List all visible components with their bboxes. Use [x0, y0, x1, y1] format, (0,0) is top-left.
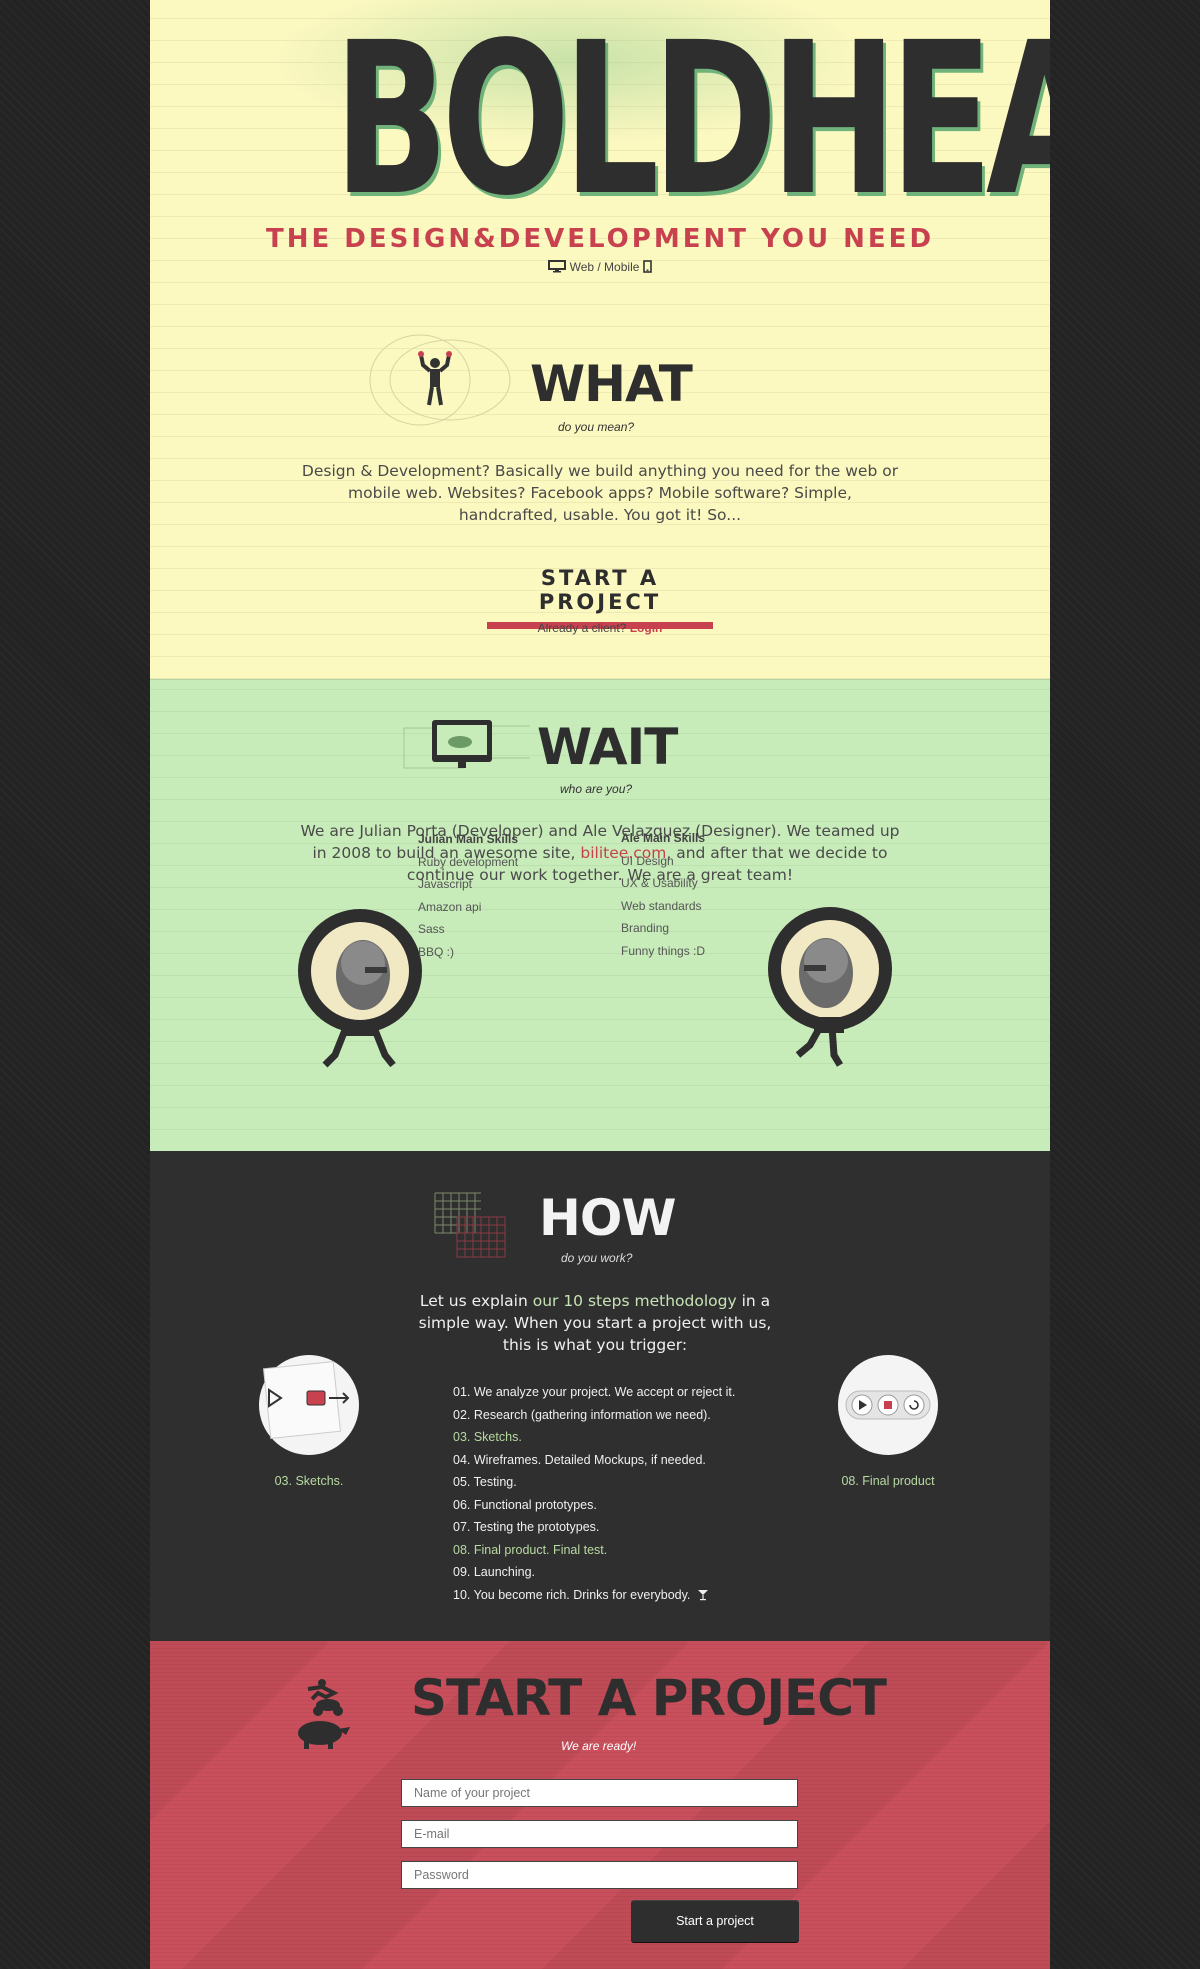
- step-item: 09. Launching.: [453, 1565, 536, 1579]
- ale-skill-item: UI Design: [621, 853, 674, 868]
- julian-skill-item: Amazon api: [418, 899, 482, 914]
- step-item: 08. Final product. Final test.: [453, 1542, 608, 1557]
- grid-icon: [434, 1192, 506, 1258]
- how-intro: Let us explain our 10 steps methodology …: [410, 1290, 780, 1356]
- client-prompt: Already a client?: [537, 621, 627, 635]
- how-heading: HOW: [539, 1189, 677, 1247]
- final-product-thumbnail[interactable]: [838, 1355, 938, 1455]
- step-item: 05. Testing.: [453, 1475, 517, 1489]
- platforms-text: Web / Mobile: [569, 260, 640, 275]
- ale-skills-list: Ale Main Skills UI Design UX & Usability…: [621, 827, 705, 962]
- step-item: 04. Wireframes. Detailed Mockups, if nee…: [453, 1452, 706, 1467]
- julian-skills-list: Julian Main Skills Ruby development Java…: [418, 828, 518, 963]
- what-section: BOLDHEADS THE DESIGN&DEVELOPMENT YOU NEE…: [150, 0, 1050, 679]
- login-link[interactable]: Login: [630, 621, 663, 635]
- ale-skill-item: Funny things :D: [621, 943, 706, 958]
- julian-skill-item: Sass: [418, 922, 445, 936]
- ale-skill-item: Branding: [621, 921, 670, 935]
- what-body: Design & Development? Basically we build…: [301, 462, 899, 524]
- sketch-thumbnail[interactable]: [259, 1355, 359, 1455]
- wait-heading: WAIT: [537, 718, 678, 776]
- page: BOLDHEADS THE DESIGN&DEVELOPMENT YOU NEE…: [150, 0, 1050, 1969]
- start-heading: START A PROJECT: [411, 1669, 887, 1727]
- site-logo[interactable]: BOLDHEADS: [334, 15, 1050, 225]
- cocktail-icon: [697, 1589, 708, 1600]
- step-item: 06. Functional prototypes.: [453, 1497, 597, 1512]
- ale-portrait: [768, 907, 892, 1067]
- rhino-rider-illustration: [298, 1679, 350, 1749]
- wait-subheading: who are you?: [560, 782, 633, 796]
- julian-skill-item: Ruby development: [418, 854, 519, 869]
- ale-skill-item: UX & Usability: [621, 876, 698, 890]
- what-subheading: do you mean?: [558, 420, 635, 434]
- start-project-button[interactable]: Start a project: [631, 1900, 799, 1942]
- sketch-caption: 03. Sketchs.: [274, 1474, 344, 1488]
- mobile-icon: [642, 260, 652, 276]
- project-name-input[interactable]: [401, 1779, 798, 1807]
- how-section: HOW do you work? Let us explain our 10 s…: [150, 1151, 1050, 1641]
- wait-body: We are Julian Porta (Developer) and Ale …: [300, 820, 900, 886]
- step-text: 10. You become rich. Drinks for everybod…: [453, 1587, 691, 1602]
- what-heading: WHAT: [530, 355, 693, 413]
- ale-skill-item: Web standards: [621, 898, 702, 913]
- player-controls-icon: [845, 1390, 931, 1420]
- final-product-caption: 08. Final product: [841, 1474, 935, 1488]
- julian-skill-item: BBQ :): [418, 944, 455, 959]
- email-input[interactable]: [401, 1820, 798, 1848]
- client-line: Already a client? Login: [150, 621, 1050, 635]
- ale-skills-title: Ale Main Skills: [621, 831, 706, 845]
- step-item: 02. Research (gathering information we n…: [453, 1407, 711, 1422]
- julian-skill-item: Javascript: [418, 877, 473, 891]
- strongman-illustration: [369, 334, 511, 426]
- julian-portrait: [298, 909, 422, 1068]
- start-project-link[interactable]: START A PROJECT: [487, 566, 713, 629]
- julian-skills-title: Julian Main Skills: [418, 832, 519, 846]
- platforms-line: Web / Mobile: [150, 260, 1050, 276]
- start-subheading: We are ready!: [561, 1739, 637, 1753]
- steps-list: 01. We analyze your project. We accept o…: [453, 1381, 735, 1606]
- sketch-icon: [262, 1360, 350, 1440]
- tagline: THE DESIGN&DEVELOPMENT YOU NEED: [265, 224, 935, 254]
- step-item: 01. We analyze your project. We accept o…: [453, 1385, 736, 1399]
- step-item: 10. You become rich. Drinks for everybod…: [453, 1584, 735, 1607]
- methodology-link[interactable]: our 10 steps methodology: [533, 1292, 737, 1310]
- step-item: 07. Testing the prototypes.: [453, 1520, 600, 1534]
- desktop-icon: [548, 260, 567, 276]
- monitor-rhino-icon: [403, 720, 530, 769]
- how-intro-text: Let us explain: [419, 1292, 533, 1310]
- step-item: 03. Sketchs.: [453, 1430, 522, 1444]
- password-input[interactable]: [401, 1861, 798, 1889]
- how-subheading: do you work?: [561, 1251, 633, 1265]
- wait-section: WAIT who are you? We are Julian Porta (D…: [150, 679, 1050, 1152]
